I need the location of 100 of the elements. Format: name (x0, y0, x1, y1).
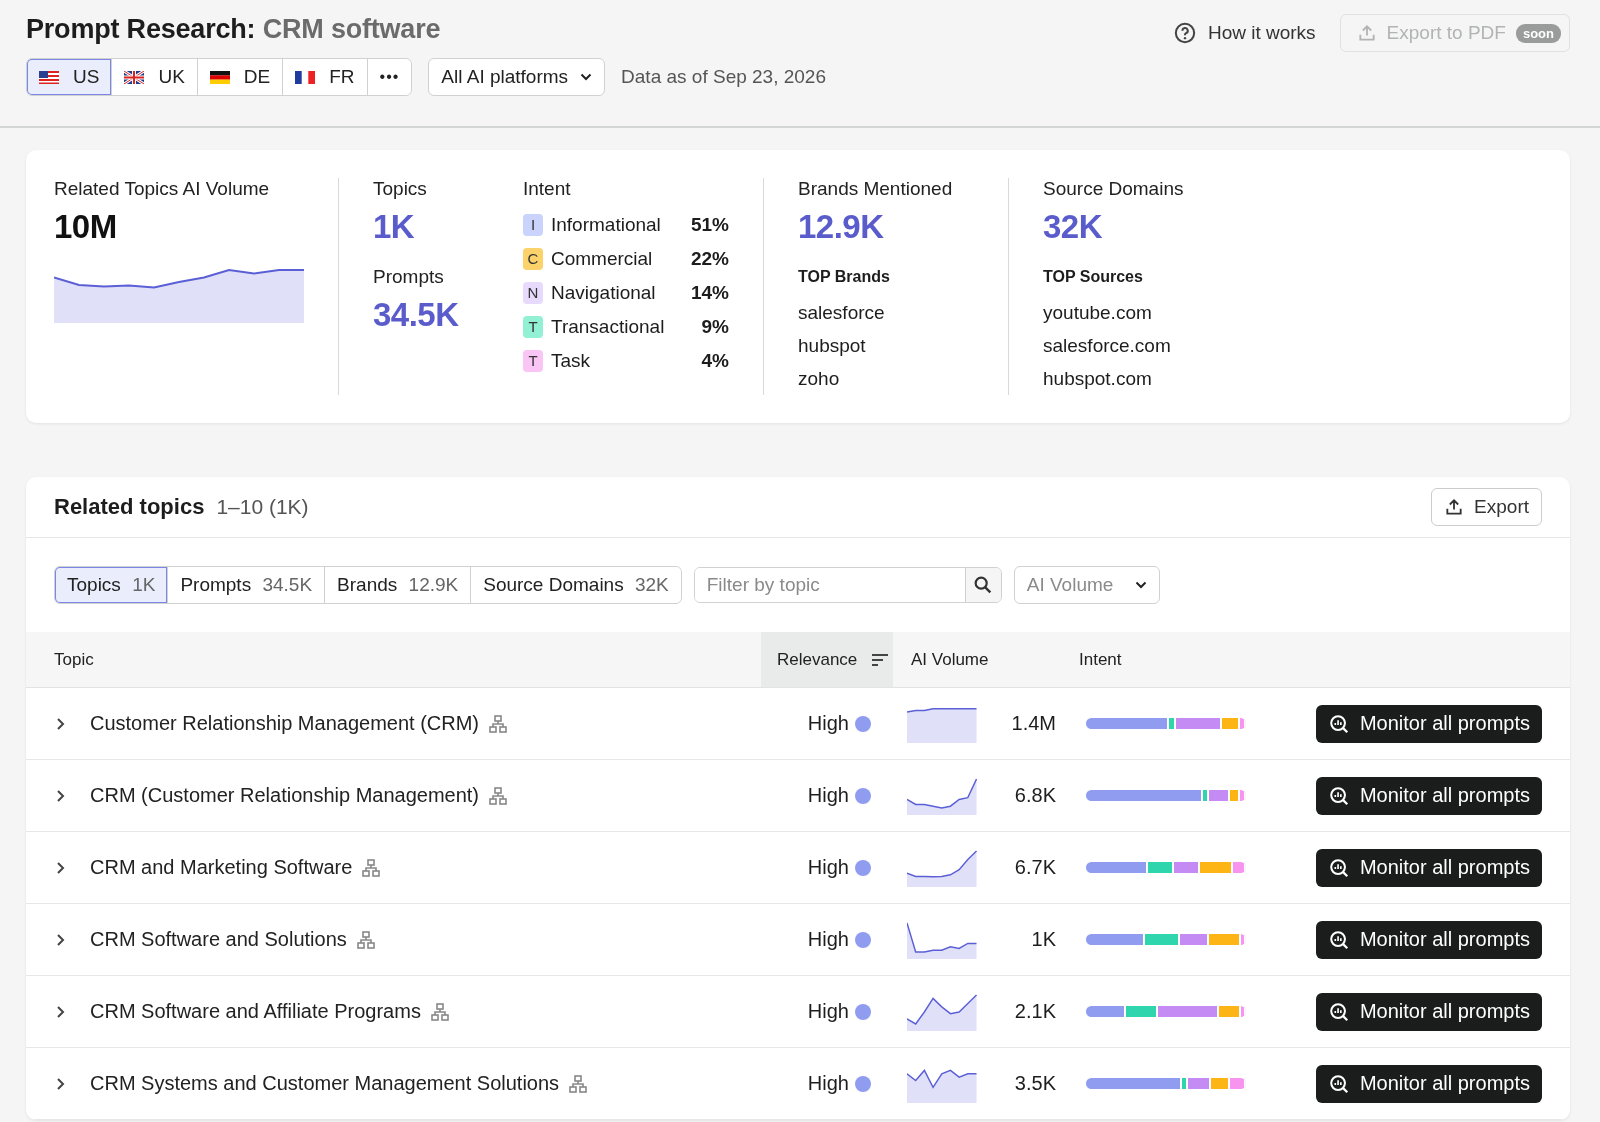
volume-value: 1K (1030, 928, 1056, 951)
brand-name: hubspot (798, 334, 867, 358)
query-text: CRM software (262, 14, 441, 44)
metric-label: Related Topics AI Volume (54, 178, 271, 200)
sort-icon (871, 652, 890, 667)
relevance-text: High (807, 784, 849, 807)
how-it-works-link[interactable]: How it works (1173, 14, 1316, 52)
monitor-icon (1327, 784, 1350, 807)
relevance-dot (855, 715, 871, 732)
hierarchy-icon[interactable] (356, 930, 375, 949)
metric-label: Prompts (373, 266, 445, 288)
intent-share: 51% (690, 214, 729, 236)
monitor-icon (1327, 712, 1350, 735)
volume-sparkline (907, 848, 977, 887)
view-tab[interactable]: Topics 1K (55, 567, 169, 603)
help-icon (1173, 22, 1196, 44)
data-date: Data as of Sep 23, 2026 (621, 66, 826, 88)
chevron-icon[interactable] (56, 716, 66, 731)
domain-name: hubspot.com (1043, 367, 1153, 391)
monitor-button[interactable]: Monitor all prompts (1315, 848, 1542, 887)
upload-icon (1356, 23, 1377, 43)
topic-name[interactable]: Customer Relationship Management (CRM) (90, 712, 480, 735)
volume-value: 1.4M (1010, 712, 1056, 735)
column-header[interactable]: Topic (26, 632, 761, 687)
column-header[interactable]: AI Volume (893, 632, 1051, 687)
topic-name[interactable]: CRM (Customer Relationship Management) (90, 784, 480, 807)
chevron-icon[interactable] (56, 860, 66, 875)
page-title: Prompt Research: (26, 14, 256, 44)
relevance-dot (855, 787, 871, 804)
intent-name: Navigational (551, 282, 657, 304)
relevance-dot (855, 931, 871, 948)
volume-sparkline (907, 992, 977, 1031)
chevron-icon[interactable] (56, 788, 66, 803)
filter-field[interactable]: Filter by topic (693, 567, 1002, 603)
platform-dropdown[interactable]: All AI platforms (428, 58, 606, 96)
hierarchy-icon[interactable] (489, 714, 508, 733)
monitor-button[interactable]: Monitor all prompts (1315, 992, 1542, 1031)
topic-name[interactable]: CRM Software and Affiliate Programs (90, 1000, 421, 1023)
intent-badge: T (523, 316, 543, 338)
result-range: 1–10 (1K) (216, 495, 309, 519)
relevance-text: High (807, 856, 849, 879)
country-tab[interactable]: US (27, 59, 113, 95)
topic-name[interactable]: CRM Systems and Customer Management Solutions (90, 1072, 560, 1095)
upload-icon (1444, 497, 1465, 517)
domain-name: youtube.com (1043, 301, 1153, 325)
flag-icon (209, 70, 230, 84)
metric-label: Topics (373, 178, 428, 200)
volume-value: 6.7K (1013, 856, 1056, 879)
monitor-icon (1327, 1000, 1350, 1023)
topic-name[interactable]: CRM Software and Solutions (90, 928, 347, 951)
intent-name: Commercial (551, 248, 654, 270)
volume-value: 3.5K (1013, 1072, 1056, 1095)
topic-name[interactable]: CRM and Marketing Software (90, 856, 353, 879)
volume-sparkline (907, 920, 977, 959)
flag-icon (124, 70, 145, 84)
brand-name: salesforce (798, 301, 886, 325)
intent-name: Informational (551, 214, 662, 236)
caret-icon (580, 73, 593, 81)
chevron-icon[interactable] (56, 1076, 66, 1091)
hierarchy-icon[interactable] (430, 1002, 449, 1021)
intent-share: 14% (690, 282, 729, 304)
relevance-text: High (807, 1000, 849, 1023)
relevance-text: High (807, 928, 849, 951)
chevron-icon[interactable] (56, 932, 66, 947)
monitor-button[interactable]: Monitor all prompts (1315, 1064, 1542, 1103)
volume-value: 6.8K (1013, 784, 1056, 807)
intent-name: Task (551, 350, 592, 372)
relevance-text: High (807, 712, 849, 735)
domain-name: salesforce.com (1043, 334, 1172, 358)
intent-badge: C (523, 248, 543, 270)
monitor-button[interactable]: Monitor all prompts (1315, 704, 1542, 743)
hierarchy-icon[interactable] (362, 858, 381, 877)
intent-name: Transactional (551, 316, 666, 338)
metric-value: 34.5K (373, 296, 460, 334)
volume-value: 2.1K (1013, 1000, 1056, 1023)
flag-icon (39, 70, 59, 84)
section-title: Related topics (54, 494, 205, 520)
column-header[interactable]: Intent (1051, 632, 1241, 687)
chevron-icon[interactable] (56, 1004, 66, 1019)
monitor-button[interactable]: Monitor all prompts (1315, 920, 1542, 959)
monitor-button[interactable]: Monitor all prompts (1315, 776, 1542, 815)
intent-share: 9% (701, 316, 729, 338)
monitor-icon (1327, 856, 1350, 879)
metric-label: Source Domains (1043, 178, 1185, 200)
flag-icon (295, 70, 316, 84)
soon-badge: soon (1515, 23, 1561, 43)
monitor-icon (1327, 928, 1350, 951)
metric-label: Intent (523, 178, 572, 200)
metric-value: 32K (1043, 208, 1104, 246)
hierarchy-icon[interactable] (489, 786, 508, 805)
metric-value: 1K (373, 208, 416, 246)
export-button[interactable]: Export (1431, 488, 1542, 526)
intent-badge: T (523, 350, 543, 372)
column-header[interactable]: Relevance (761, 632, 893, 687)
metric-value: 12.9K (798, 208, 885, 246)
relevance-text: High (807, 1072, 849, 1095)
monitor-icon (1327, 1072, 1350, 1095)
hierarchy-icon[interactable] (569, 1074, 588, 1093)
metric-value: 10M (54, 208, 118, 246)
caret-icon (1135, 581, 1148, 589)
